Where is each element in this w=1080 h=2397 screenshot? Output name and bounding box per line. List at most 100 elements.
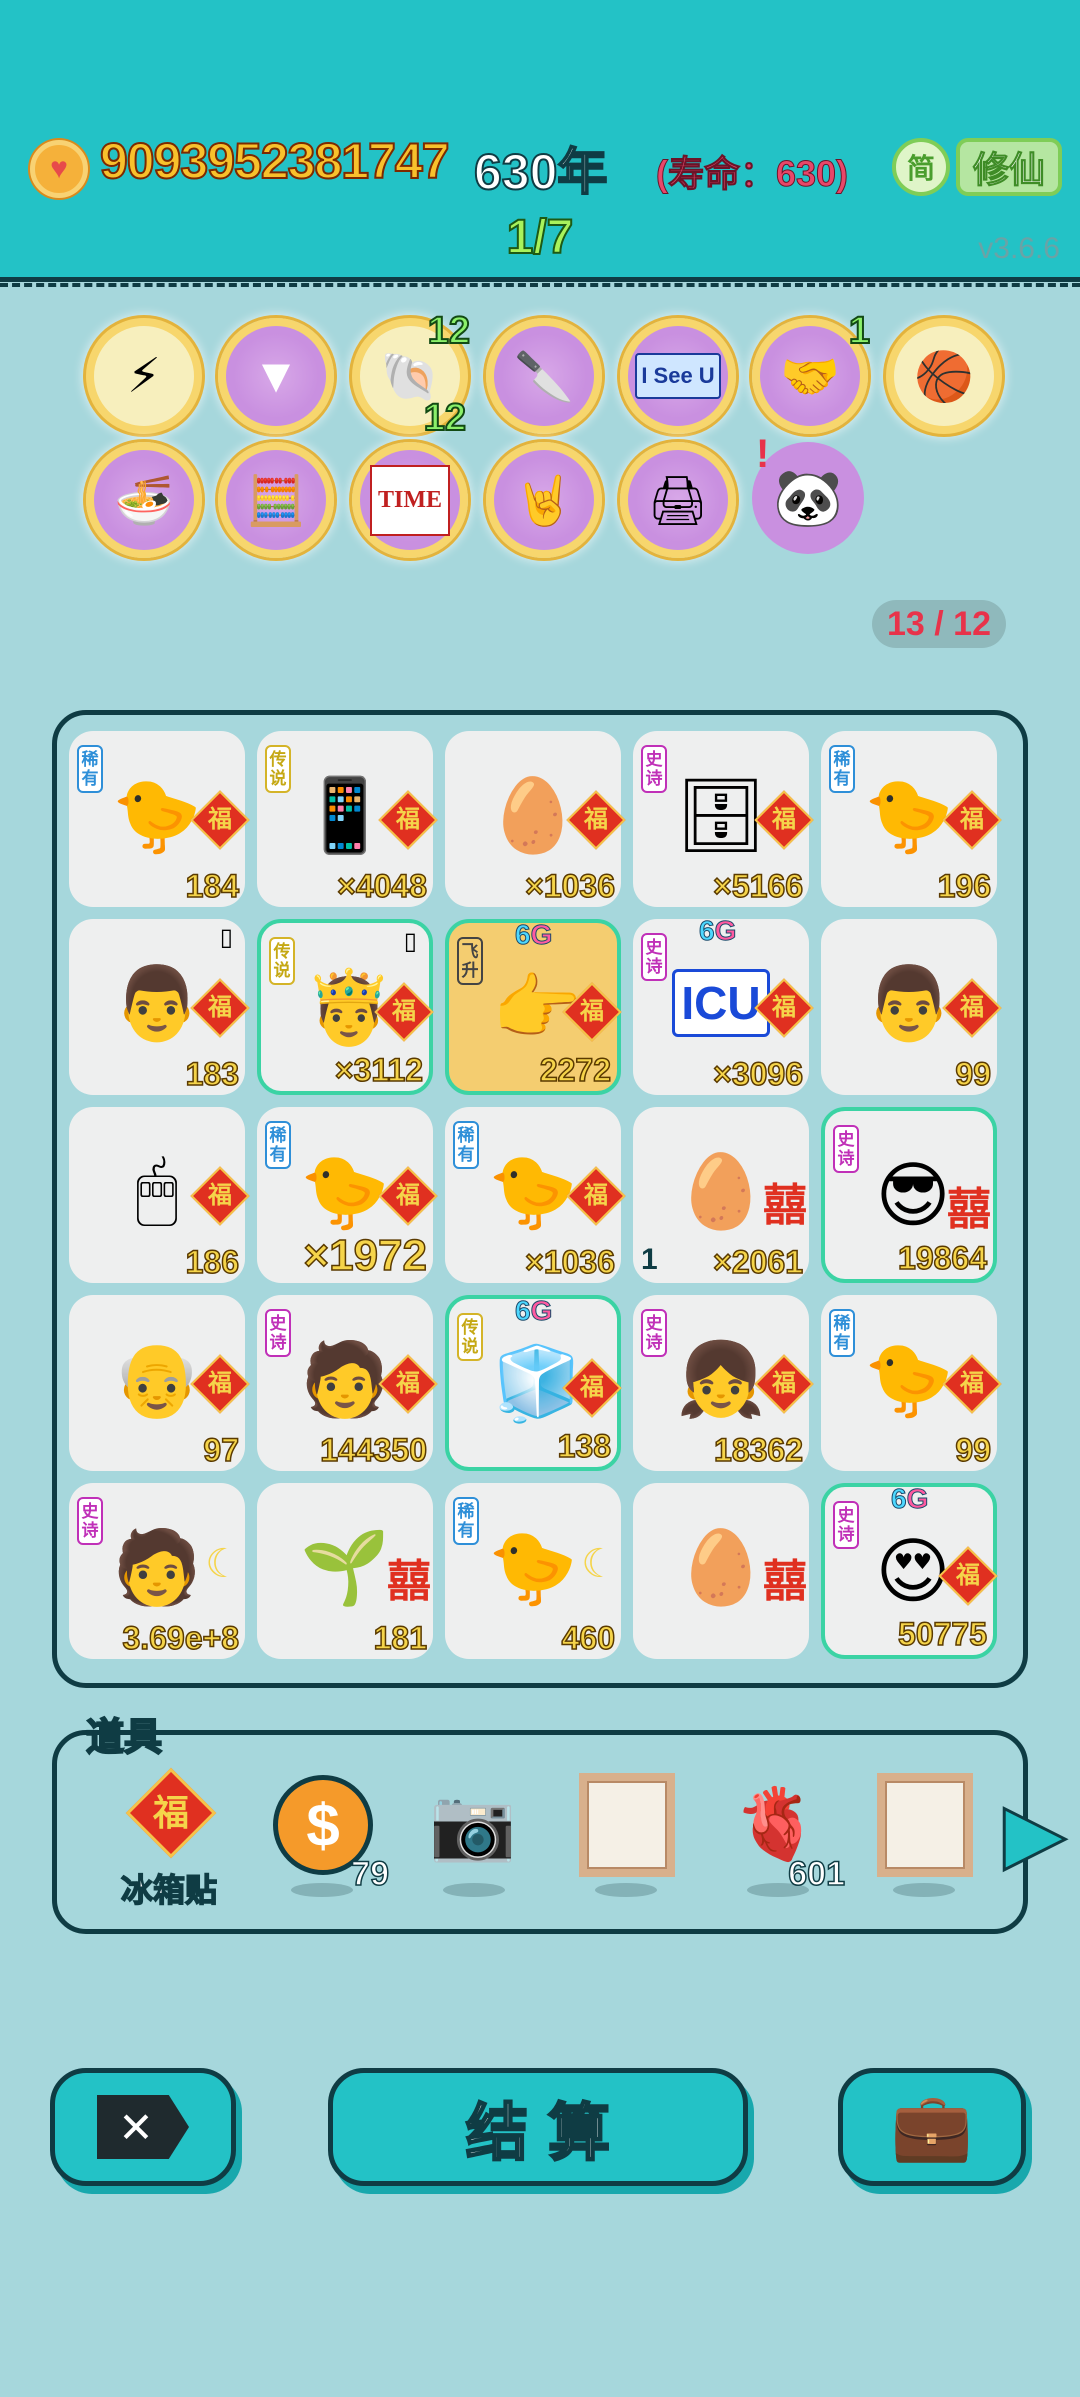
- grid-cell[interactable]: 🗄 史诗福 ×5166: [633, 731, 814, 907]
- liver-item[interactable]: 🫀 601: [717, 1771, 846, 1901]
- grid-cell[interactable]: 🌱 囍 181: [257, 1483, 433, 1659]
- math-head-icon[interactable]: 🧮: [218, 442, 334, 558]
- camera-item[interactable]: 📷: [413, 1771, 533, 1901]
- phone-icon: ▯: [403, 928, 417, 955]
- chick-icon: 🐤: [488, 1151, 578, 1232]
- chick-icon: 🐤: [864, 1339, 954, 1420]
- grid-cell[interactable]: 📱 传说福 ×4048: [257, 731, 438, 907]
- cultivation-mode-button[interactable]: 修仙: [956, 138, 1062, 196]
- rarity-tag: 传说: [265, 745, 291, 793]
- rarity-tag: 飞升: [457, 937, 483, 985]
- liver-count: 601: [788, 1854, 846, 1894]
- coin-count: 79: [350, 1854, 389, 1894]
- grid-cell[interactable]: 🧑 史诗福 144350: [257, 1295, 438, 1471]
- top-bar: ♥ 9093952381747 630年 (寿命：630) 简 修仙 1/7 v…: [0, 0, 1080, 287]
- grid-cell[interactable]: 👨 福 ▯ 183: [69, 919, 250, 1095]
- grid-cell[interactable]: 🥚 福 ×1036: [445, 731, 626, 907]
- items-title: 道具: [85, 1716, 163, 1760]
- rock-hand-icon[interactable]: 🤘: [486, 442, 602, 558]
- girl-face-icon: 👧: [676, 1339, 766, 1420]
- i-see-u-icon[interactable]: I See U: [620, 318, 736, 434]
- grid-cell[interactable]: 🖱 福 186: [69, 1107, 250, 1283]
- cell-count: 3.69e+8: [122, 1619, 240, 1657]
- moon-icon: ☾: [205, 1542, 241, 1586]
- cell-count: ×1036: [524, 1243, 615, 1281]
- grid-cell[interactable]: 🐤 稀有福 ×1972: [257, 1107, 438, 1283]
- settle-button[interactable]: 结算: [328, 2068, 748, 2186]
- shell-count-top: 12: [427, 309, 471, 353]
- sprout-icon: 🌱: [300, 1527, 390, 1608]
- grid-cell[interactable]: 🐤 稀有福 184: [69, 731, 250, 907]
- frame-item-2[interactable]: [863, 1771, 983, 1901]
- cell-count: ×2061: [712, 1243, 803, 1281]
- grid-cell[interactable]: 👨 福 99: [821, 919, 1002, 1095]
- handshake-icon[interactable]: 🤝 1: [752, 309, 871, 434]
- moon-icon: ☾: [581, 1542, 617, 1586]
- fortune-bowl-icon[interactable]: 🍜: [86, 442, 202, 558]
- cell-count: 460: [561, 1619, 616, 1657]
- green-hair-face-icon: 🧑: [112, 1527, 202, 1608]
- basketballs-icon[interactable]: 🏀: [886, 318, 1002, 434]
- coin-item[interactable]: $ 79: [261, 1771, 390, 1901]
- fu-sticker-item[interactable]: 福 冰箱贴: [109, 1767, 229, 1909]
- 6g-badge: 6G: [514, 1295, 553, 1327]
- version-label: v3.6.6: [978, 232, 1060, 265]
- grid-cell[interactable]: 🐤 稀有福 99: [821, 1295, 1002, 1471]
- shell-icon[interactable]: 🐚 12 12: [352, 309, 471, 440]
- settle-label: 结算: [465, 2098, 630, 2170]
- grid-cell[interactable]: 😍 史诗福 6G 50775: [821, 1483, 998, 1659]
- grid-cell[interactable]: 🤴 传说福 ▯ ×3112: [257, 919, 434, 1095]
- item-shadow: [595, 1883, 657, 1897]
- grid-cell[interactable]: 🧊 传说福 6G 138: [445, 1295, 622, 1471]
- frame-item[interactable]: [565, 1771, 685, 1901]
- bag-button[interactable]: 💼: [838, 2068, 1026, 2186]
- item-shadow: [893, 1883, 955, 1897]
- grid-cell[interactable]: ICU 史诗福 6G ×3096: [633, 915, 814, 1095]
- simplified-chinese-button[interactable]: 简: [892, 138, 950, 196]
- rarity-tag: 稀有: [77, 745, 103, 793]
- mouse-icon: 🖱: [135, 1150, 179, 1230]
- rarity-tag: 稀有: [453, 1497, 479, 1545]
- grid-cell[interactable]: 😎 史诗囍 19864: [821, 1107, 997, 1283]
- rarity-tag: 传说: [269, 937, 295, 985]
- cell-count: 196: [937, 867, 992, 905]
- cell-count: ×5166: [712, 867, 803, 905]
- egg-plus-icon: 🥚: [488, 775, 578, 856]
- egg-plus-icon: 🥚: [676, 1527, 766, 1608]
- grid-cell[interactable]: 🐤 稀有 ☾ 460: [445, 1483, 621, 1659]
- rarity-tag: 史诗: [641, 745, 667, 793]
- lightning-icon[interactable]: ⚡: [86, 318, 202, 434]
- time-magazine-icon[interactable]: TIME: [352, 442, 468, 558]
- double-happiness-icon: 囍: [763, 1557, 807, 1606]
- grid-cell[interactable]: 🐤 稀有福 196: [821, 731, 1002, 907]
- man-face-icon: 👨: [864, 963, 954, 1044]
- rarity-tag: 稀有: [829, 1309, 855, 1357]
- exit-button[interactable]: ✕: [50, 2068, 236, 2186]
- grid-cell[interactable]: 🥚 囍: [633, 1483, 809, 1659]
- printer-icon[interactable]: 🖨: [620, 442, 736, 558]
- next-arrow-icon[interactable]: ▶: [1003, 1787, 1068, 1879]
- grid-cell[interactable]: 🐤 稀有福 ×1036: [445, 1107, 626, 1283]
- grid-cell[interactable]: 🥚 囍 1 ×2061: [633, 1107, 809, 1283]
- grid-cell[interactable]: 👴 福 97: [69, 1295, 250, 1471]
- fu-sticker-label: 冰箱贴: [120, 1871, 218, 1909]
- cell-count: ×4048: [336, 867, 427, 905]
- 6g-badge: 6G: [514, 919, 553, 951]
- cell-count: 18362: [713, 1431, 803, 1469]
- 6g-badge: 6G: [890, 1483, 929, 1515]
- inventory-grid: 🐤 稀有福 184 📱 传说福 ×4048 🥚 福 ×1036 🗄 史诗福 ×5166 🐤 稀有福 196 👨…: [52, 710, 1028, 1688]
- rarity-tag: 史诗: [833, 1125, 859, 1173]
- rarity-tag: 史诗: [265, 1309, 291, 1357]
- rarity-tag: 稀有: [453, 1121, 479, 1169]
- item-shadow: [443, 1883, 505, 1897]
- grid-cell[interactable]: 🧑 史诗 ☾ 3.69e+8: [69, 1483, 245, 1659]
- rarity-tag: 传说: [457, 1313, 483, 1361]
- cell-count: 97: [203, 1431, 240, 1469]
- briefcase-icon: 💼: [890, 2089, 974, 2163]
- cell-count: ×3112: [334, 1051, 424, 1089]
- grid-cell[interactable]: 👉 飞升福 6G 2272: [445, 919, 622, 1095]
- skirt-icon[interactable]: ▼: [218, 318, 334, 434]
- phone-icon: ▯: [219, 924, 233, 951]
- cleaver-icon[interactable]: 🔪: [486, 318, 602, 434]
- grid-cell[interactable]: 👧 史诗福 18362: [633, 1295, 814, 1471]
